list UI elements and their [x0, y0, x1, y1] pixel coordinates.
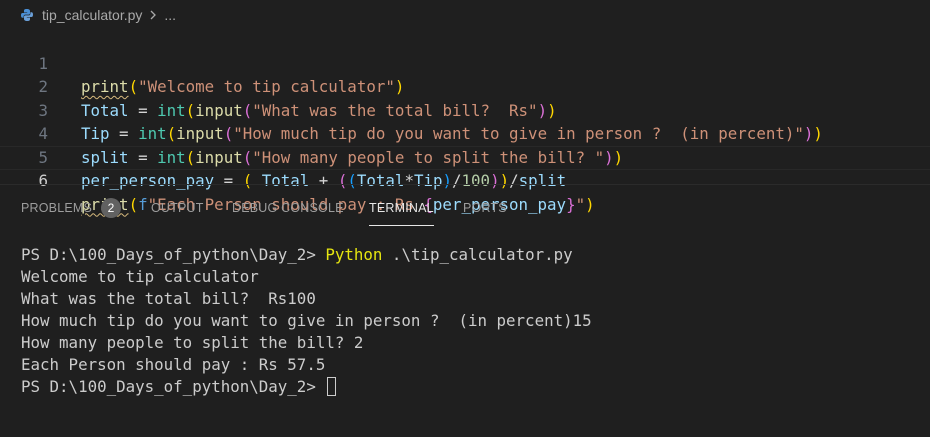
code-line[interactable]: 6 print(f"Each Person should pay : Rs {p…	[0, 146, 930, 214]
terminal-cursor	[327, 377, 337, 396]
code-line[interactable]: 2 Total = int(input("What was the total …	[0, 52, 930, 120]
breadcrumb-symbol[interactable]: ...	[164, 7, 176, 23]
code-line[interactable]: 5 per_person_pay = ( Total + ((Total*Tip…	[0, 122, 930, 191]
terminal-output[interactable]: PS D:\100_Days_of_python\Day_2> Python .…	[21, 244, 592, 398]
chevron-right-icon	[148, 9, 158, 21]
code-line[interactable]: 3 Tip = int(input("How much tip do you w…	[0, 75, 930, 144]
breadcrumb-file[interactable]: tip_calculator.py	[42, 7, 142, 23]
code-line[interactable]: 1 print("Welcome to tip calculator")	[0, 28, 930, 97]
code-line[interactable]: 4 split = int(input("How many people to …	[0, 99, 930, 167]
terminal-line: How much tip do you want to give in pers…	[21, 311, 592, 330]
terminal-prompt-line[interactable]: PS D:\100_Days_of_python\Day_2>	[21, 376, 592, 398]
code-editor[interactable]: 1 print("Welcome to tip calculator") 2 T…	[0, 28, 930, 214]
terminal-line: How many people to split the bill? 2	[21, 333, 364, 352]
problems-count-badge: 2	[101, 198, 121, 218]
tab-terminal[interactable]: TERMINAL	[369, 199, 434, 226]
tab-problems[interactable]: PROBLEMS	[21, 199, 92, 217]
active-tab-indicator	[369, 225, 434, 226]
tab-debug-console[interactable]: DEBUG CONSOLE	[232, 199, 344, 217]
terminal-line: What was the total bill? Rs100	[21, 289, 316, 308]
terminal-line: Welcome to tip calculator	[21, 267, 259, 286]
terminal-line: PS D:\100_Days_of_python\Day_2> Python .…	[21, 245, 573, 264]
python-file-icon	[20, 8, 34, 22]
terminal-line: Each Person should pay : Rs 57.5	[21, 355, 326, 374]
tab-terminal-label: TERMINAL	[369, 201, 434, 215]
tab-ports[interactable]: PORTS	[463, 199, 507, 217]
tab-output[interactable]: OUTPUT	[151, 199, 204, 217]
breadcrumb: tip_calculator.py ...	[0, 0, 930, 30]
panel-tabs: PROBLEMS 2 OUTPUT DEBUG CONSOLE TERMINAL…	[0, 185, 930, 229]
